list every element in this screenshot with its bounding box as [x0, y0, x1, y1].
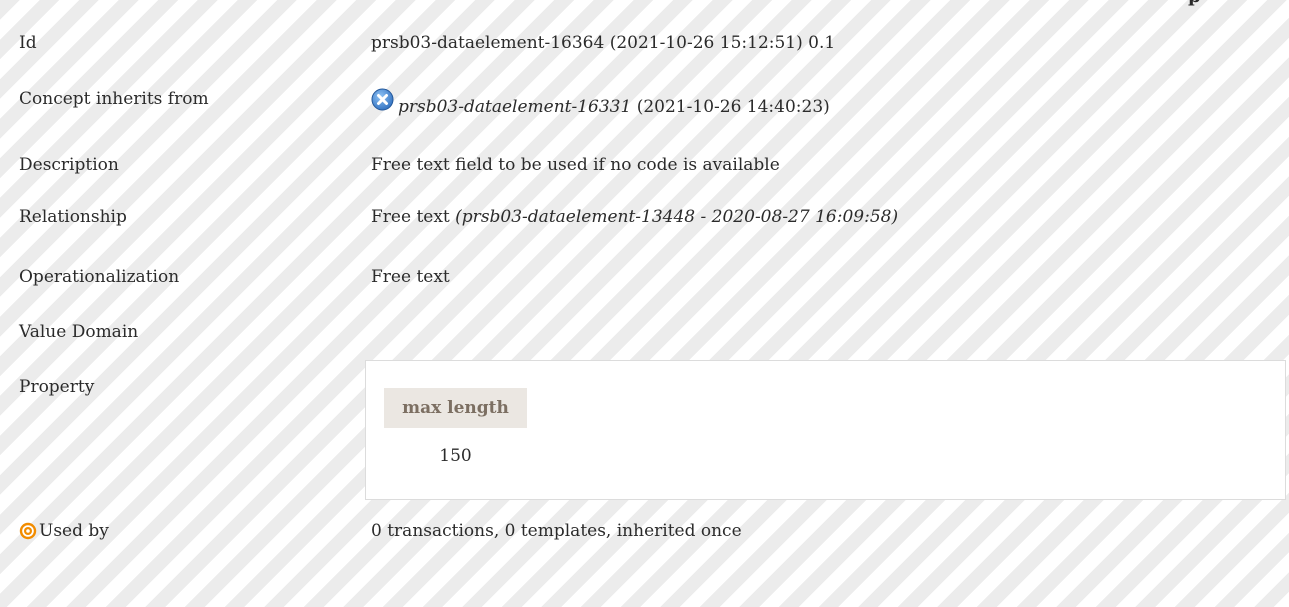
property-table: max length 150	[365, 360, 1286, 500]
target-icon[interactable]	[19, 522, 37, 540]
cancel-circle-icon[interactable]	[371, 88, 394, 111]
relationship-ref[interactable]: (prsb03-dataelement-13448 - 2020-08-27 1…	[455, 207, 898, 227]
property-label: Property	[19, 377, 95, 397]
description-value: Free text field to be used if no code is…	[371, 155, 780, 175]
used-by-label: Used by	[39, 521, 109, 541]
relationship-label: Relationship	[19, 207, 127, 227]
used-by-label-wrap: Used by	[19, 521, 109, 541]
operationalization-value: Free text	[371, 267, 450, 287]
relationship-value: Free text (prsb03-dataelement-13448 - 20…	[371, 207, 898, 227]
inherits-label: Concept inherits from	[19, 89, 209, 109]
property-value-max-length: 150	[439, 446, 472, 466]
inherits-link[interactable]: prsb03-dataelement-16331	[398, 97, 631, 117]
inherits-date: (2021-10-26 14:40:23)	[631, 97, 830, 117]
section-heading-fragment: p	[1188, 0, 1201, 7]
id-value: prsb03-dataelement-16364 (2021-10-26 15:…	[371, 33, 836, 53]
relationship-text: Free text	[371, 207, 456, 227]
description-label: Description	[19, 155, 119, 175]
used-by-value: 0 transactions, 0 templates, inherited o…	[371, 521, 742, 541]
id-label: Id	[19, 33, 37, 53]
value-domain-label: Value Domain	[19, 322, 139, 342]
property-header-max-length: max length	[384, 388, 527, 428]
inherits-value: prsb03-dataelement-16331 (2021-10-26 14:…	[371, 88, 830, 120]
operationalization-label: Operationalization	[19, 267, 180, 287]
